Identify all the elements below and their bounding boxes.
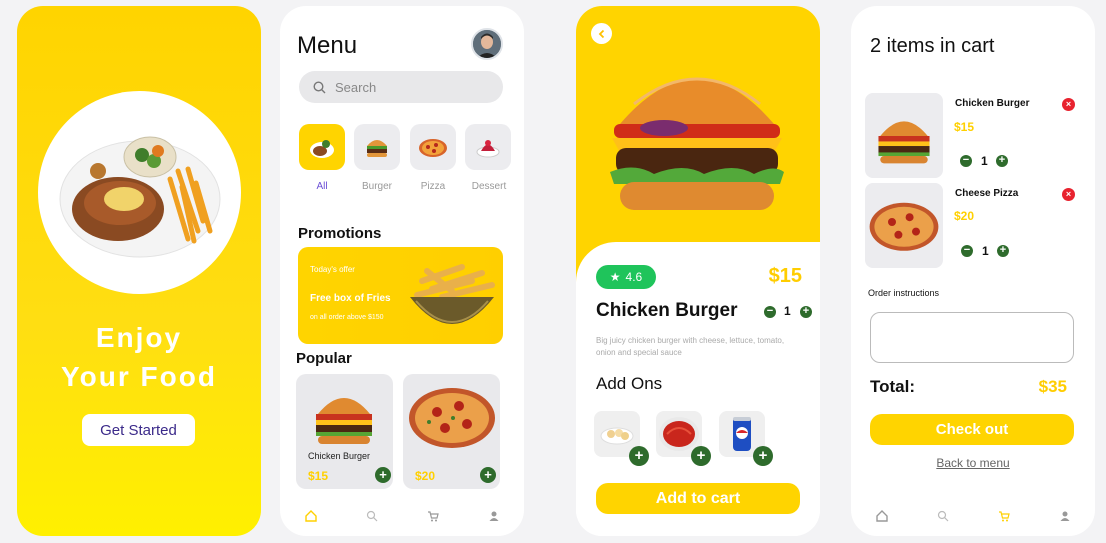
profile-icon[interactable] [488,510,500,522]
all-food-icon [310,140,334,158]
order-instructions-field[interactable] [870,312,1074,363]
bottom-nav [851,496,1095,536]
star-icon: ★ [609,270,621,284]
promo-kicker: Today's offer [310,265,355,274]
search-icon[interactable] [937,510,949,522]
addons-heading: Add Ons [596,374,663,393]
cart-item-name: Chicken Burger [955,98,1030,109]
plate-circle [38,91,241,294]
add-soup-button[interactable]: + [691,446,711,466]
total-label: Total: [870,377,916,396]
cart-title: 2 items in cart [870,35,995,57]
soda-can-icon [733,417,751,451]
rating-value: 4.6 [625,270,643,284]
user-photo-icon [473,30,501,58]
decrease-qty-button[interactable]: − [961,245,973,257]
pizza-icon [419,139,447,157]
cart-icon[interactable] [998,510,1010,522]
decrease-qty-button[interactable]: − [764,306,776,318]
splash-headline-1: Enjoy [95,322,183,353]
splash-headline-2: Your Food [61,361,217,392]
cart-item-image-pizza [865,183,943,268]
product-screen: ★ 4.6 $15 Chicken Burger − 1 + Big juicy… [576,6,820,536]
qty-value: 1 [784,304,791,318]
popular-card-pizza[interactable]: $20 + [403,374,500,489]
add-burger-button[interactable]: + [375,467,391,483]
checkout-button[interactable]: Check out [870,414,1074,445]
category-pizza[interactable] [410,124,456,170]
product-name: Chicken Burger [596,300,738,321]
promotions-heading: Promotions [298,225,382,242]
search-placeholder: Search [335,79,377,95]
search-icon[interactable] [366,510,378,522]
cart-screen: 2 items in cart Chicken Burger $15 × − 1… [851,6,1095,536]
increase-qty-button[interactable]: + [997,245,1009,257]
product-description: Big juicy chicken burger with cheese, le… [596,336,785,357]
total-value: $35 [1038,377,1067,396]
nachos-icon [600,427,634,445]
remove-item-button[interactable]: × [1062,188,1075,201]
popular-card-burger[interactable]: Chicken Burger $15 + [296,374,393,489]
promo-banner[interactable]: Today's offer Free box of Fries on all o… [298,247,503,344]
avatar[interactable] [471,28,503,60]
add-pizza-button[interactable]: + [480,467,496,483]
add-nachos-button[interactable]: + [629,446,649,466]
promo-headline: Free box of Fries [310,293,391,304]
fries-bowl-image [410,264,495,324]
cart-item-price: $15 [954,120,975,134]
category-dessert[interactable] [465,124,511,170]
card-title: Chicken Burger [308,451,371,461]
burger-image [878,120,930,163]
add-to-cart-button[interactable]: Add to cart [596,483,800,514]
category-burger[interactable] [354,124,400,170]
bottom-nav [280,496,524,536]
cart-item-qty: 1 [982,244,989,258]
menu-screen: Menu Search All Burger Pizza Dessert Pro… [280,6,524,536]
cart-icon[interactable] [427,510,439,522]
increase-qty-button[interactable]: + [800,306,812,318]
product-price: $15 [768,265,802,287]
cart-item-image-burger [865,93,943,178]
rating-badge: ★ 4.6 [596,265,656,289]
cart-item-qty: 1 [981,154,988,168]
popular-heading: Popular [296,350,352,367]
pizza-image [409,388,495,448]
category-all[interactable] [299,124,345,170]
cart-item-price: $20 [954,209,975,223]
search-input[interactable]: Search [299,71,503,103]
get-started-button[interactable]: Get Started [82,414,195,446]
burger-icon [367,140,387,157]
home-icon[interactable] [304,510,317,522]
dessert-icon [476,140,500,158]
back-to-menu-link[interactable]: Back to menu [851,456,1095,470]
category-label-all: All [316,181,328,192]
burger-image [316,398,372,444]
page-title: Menu [297,32,358,59]
home-icon[interactable] [875,510,888,522]
promo-subtext: on all order above $150 [310,314,384,321]
chevron-left-icon [598,29,604,38]
order-instructions-label: Order instructions [868,288,940,298]
splash-screen: Enjoy Your Food Get Started [17,6,261,536]
decrease-qty-button[interactable]: − [960,155,972,167]
category-label-pizza: Pizza [420,181,446,192]
card-price: $15 [308,469,329,483]
remove-item-button[interactable]: × [1062,98,1075,111]
category-label-dessert: Dessert [471,181,507,192]
cart-item-name: Cheese Pizza [955,188,1019,199]
search-icon [313,80,326,93]
category-label-burger: Burger [361,181,392,192]
add-soda-button[interactable]: + [753,446,773,466]
increase-qty-button[interactable]: + [996,155,1008,167]
pizza-image [869,202,939,251]
steak-plate-image [59,136,221,258]
burger-hero-image [610,77,784,210]
back-button[interactable] [591,23,612,44]
card-price: $20 [415,469,436,483]
profile-icon[interactable] [1059,510,1071,522]
